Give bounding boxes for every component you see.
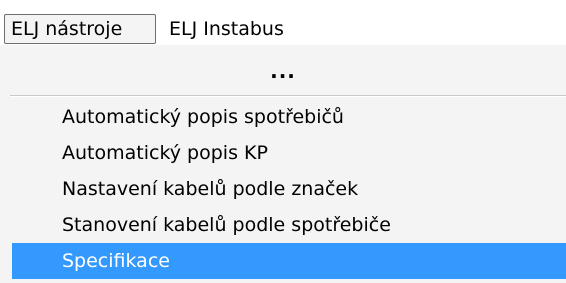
menu-elj-instabus[interactable]: ELJ Instabus	[163, 14, 309, 44]
menu-item-automaticky-popis-kp[interactable]: Automatický popis KP	[12, 135, 566, 171]
application-window: ELJ nástroje ELJ Instabus ... Automatick…	[0, 0, 566, 283]
menu-item-specifikace[interactable]: Specifikace	[12, 243, 566, 279]
menu-item-nastaveni-kabelu-podle-znacek[interactable]: Nastavení kabelů podle značek	[12, 171, 566, 207]
menu-item-automaticky-popis-spotrebicu[interactable]: Automatický popis spotřebičů	[12, 99, 566, 135]
menu-elj-nastroje[interactable]: ELJ nástroje	[4, 14, 156, 44]
menu-item-stanoveni-kabelu-podle-spotrebice[interactable]: Stanovení kabelů podle spotřebiče	[12, 207, 566, 243]
dropdown-menu: ... Automatický popis spotřebičů Automat…	[0, 45, 566, 283]
menu-bar: ELJ nástroje ELJ Instabus	[0, 0, 566, 44]
menu-overflow-indicator[interactable]: ...	[0, 55, 566, 91]
menu-separator	[10, 95, 566, 97]
